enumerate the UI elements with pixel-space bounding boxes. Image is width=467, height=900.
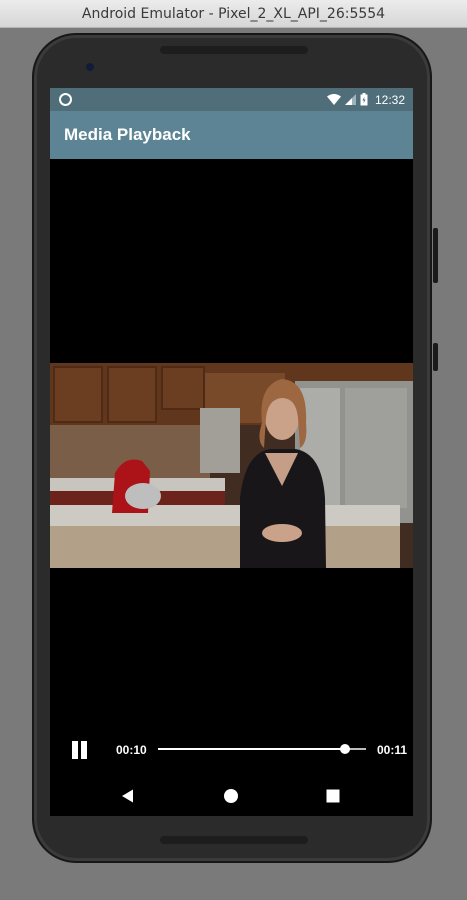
- front-camera: [86, 63, 94, 71]
- video-view[interactable]: [50, 363, 413, 568]
- seek-bar[interactable]: [158, 740, 366, 758]
- seek-thumb[interactable]: [340, 744, 351, 754]
- signal-icon: [344, 94, 356, 105]
- emulator-window-title: Android Emulator - Pixel_2_XL_API_26:555…: [0, 0, 467, 28]
- top-speaker: [160, 46, 308, 54]
- wifi-icon: [326, 94, 341, 105]
- battery-icon: [360, 93, 368, 106]
- current-time: 00:10: [116, 743, 147, 757]
- power-button[interactable]: [433, 343, 438, 371]
- bottom-speaker: [160, 836, 308, 844]
- app-title: Media Playback: [64, 125, 191, 144]
- status-clock: 12:32: [374, 92, 405, 107]
- app-bar: Media Playback: [50, 111, 413, 159]
- back-button[interactable]: [114, 782, 142, 810]
- video-frame-image: [50, 363, 413, 568]
- seek-progress: [158, 748, 346, 750]
- navigation-bar: [50, 776, 413, 816]
- volume-button[interactable]: [433, 228, 438, 283]
- recents-icon: [326, 789, 340, 803]
- back-icon: [122, 789, 133, 803]
- total-time: 00:11: [377, 743, 408, 757]
- home-button[interactable]: [217, 782, 245, 810]
- recents-button[interactable]: [319, 782, 347, 810]
- home-icon: [224, 789, 238, 803]
- status-bar: 12:32: [50, 88, 413, 111]
- notification-icon: [59, 93, 72, 106]
- playback-controls: 00:10 00:11: [50, 733, 413, 765]
- pause-button[interactable]: [70, 741, 88, 759]
- status-icons: 12:32: [326, 88, 405, 111]
- pause-icon: [72, 741, 78, 759]
- device-screen: 12:32 Media Playback 00:10 00:11: [50, 88, 413, 816]
